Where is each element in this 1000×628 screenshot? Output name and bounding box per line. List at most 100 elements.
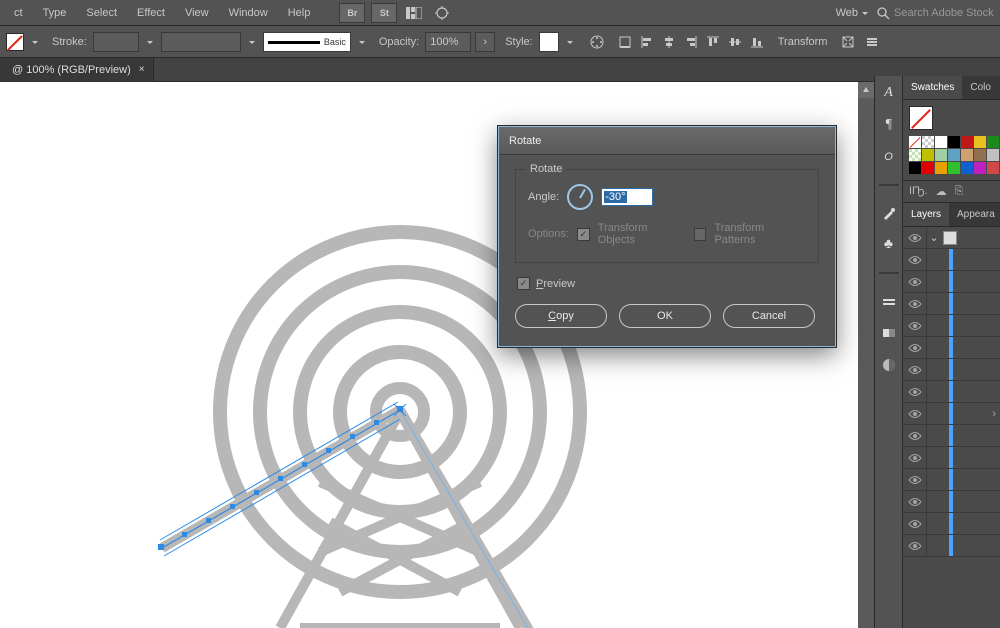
brush-definition[interactable]: Basic [263, 32, 351, 52]
align-right-icon[interactable] [681, 32, 701, 52]
vertical-scrollbar[interactable] [858, 82, 874, 628]
isolate-icon[interactable] [838, 32, 858, 52]
swatch[interactable] [987, 149, 999, 161]
layer-row[interactable] [903, 249, 1000, 271]
stroke-weight-dropdown[interactable] [143, 33, 157, 51]
visibility-toggle-icon[interactable] [903, 337, 927, 358]
scroll-up-icon[interactable] [858, 82, 874, 98]
opacity-stepper[interactable]: › [475, 32, 495, 52]
swatch[interactable] [948, 149, 960, 161]
swatch[interactable] [948, 162, 960, 174]
swatch[interactable] [935, 149, 947, 161]
layer-row-top[interactable]: ⌄ [903, 227, 1000, 249]
swatch[interactable] [909, 162, 921, 174]
swatch-libraries-icon[interactable]: IҦ. [909, 185, 928, 198]
swatch[interactable] [961, 149, 973, 161]
menu-view[interactable]: View [175, 0, 219, 26]
menu-type[interactable]: Type [33, 0, 77, 26]
menu-select[interactable]: Select [76, 0, 127, 26]
visibility-toggle-icon[interactable] [903, 249, 927, 270]
document-tab[interactable]: @ 100% (RGB/Preview) × [0, 58, 154, 82]
swatch[interactable] [935, 136, 947, 148]
workspace-switcher[interactable]: Web [836, 7, 868, 19]
stroke-profile-dropdown[interactable] [245, 33, 259, 51]
fill-dropdown[interactable] [28, 33, 42, 51]
stroke-panel-icon[interactable] [880, 292, 898, 310]
menu-help[interactable]: Help [278, 0, 321, 26]
more-options-icon[interactable] [862, 32, 882, 52]
stroke-weight-field[interactable] [93, 32, 139, 52]
swatch[interactable] [961, 136, 973, 148]
swatch-pattern[interactable] [909, 149, 921, 161]
align-top-icon[interactable] [703, 32, 723, 52]
transform-objects-checkbox[interactable] [577, 228, 590, 241]
swatch-none[interactable] [909, 136, 921, 148]
visibility-toggle-icon[interactable] [903, 315, 927, 336]
align-left-icon[interactable] [637, 32, 657, 52]
swatch[interactable] [974, 136, 986, 148]
align-vcenter-icon[interactable] [725, 32, 745, 52]
layer-row[interactable] [903, 535, 1000, 557]
tab-swatches[interactable]: Swatches [903, 76, 962, 99]
arrange-docs-icon[interactable] [403, 2, 425, 24]
swatch[interactable] [987, 136, 999, 148]
opentype-panel-icon[interactable]: O [880, 148, 898, 166]
bridge-icon[interactable]: Br [339, 3, 365, 23]
layer-row[interactable] [903, 359, 1000, 381]
transform-patterns-checkbox[interactable] [694, 228, 707, 241]
swatch[interactable] [935, 162, 947, 174]
cancel-button[interactable]: Cancel [723, 304, 815, 328]
disclosure-icon[interactable]: ⌄ [927, 231, 941, 244]
angle-dial[interactable] [567, 184, 593, 210]
dialog-titlebar[interactable]: Rotate [499, 127, 835, 155]
visibility-toggle-icon[interactable] [903, 535, 927, 556]
brushes-panel-icon[interactable] [880, 204, 898, 222]
visibility-toggle-icon[interactable] [903, 491, 927, 512]
paragraph-panel-icon[interactable]: ¶ [880, 116, 898, 134]
layer-row[interactable] [903, 293, 1000, 315]
swatch-registration[interactable] [922, 136, 934, 148]
visibility-toggle-icon[interactable] [903, 425, 927, 446]
swatch[interactable] [922, 162, 934, 174]
visibility-toggle-icon[interactable] [903, 403, 927, 424]
tab-color[interactable]: Colo [962, 76, 999, 99]
align-to-selection-icon[interactable] [615, 32, 635, 52]
stroke-profile-field[interactable] [161, 32, 241, 52]
target-icon[interactable]: › [992, 408, 996, 420]
swatch[interactable] [974, 149, 986, 161]
graphic-style-swatch[interactable] [539, 32, 559, 52]
layer-row[interactable] [903, 513, 1000, 535]
recolor-icon[interactable] [587, 32, 607, 52]
tab-appearance[interactable]: Appeara [949, 203, 1000, 226]
menu-window[interactable]: Window [219, 0, 278, 26]
layer-row[interactable] [903, 337, 1000, 359]
gpu-preview-icon[interactable] [431, 2, 453, 24]
stock-icon[interactable]: St [371, 3, 397, 23]
swatch[interactable] [948, 136, 960, 148]
tab-layers[interactable]: Layers [903, 203, 949, 226]
transparency-panel-icon[interactable] [880, 356, 898, 374]
copy-button[interactable]: Copy [515, 304, 607, 328]
layer-row[interactable] [903, 447, 1000, 469]
symbols-panel-icon[interactable]: ♣ [880, 236, 898, 254]
visibility-toggle-icon[interactable] [903, 381, 927, 402]
transform-panel-button[interactable]: Transform [771, 32, 835, 52]
menu-edit-partial[interactable]: ct [4, 0, 33, 26]
layer-row[interactable] [903, 315, 1000, 337]
graphic-style-dropdown[interactable] [563, 33, 577, 51]
layer-row[interactable] [903, 381, 1000, 403]
visibility-toggle-icon[interactable] [903, 359, 927, 380]
gradient-panel-icon[interactable] [880, 324, 898, 342]
visibility-toggle-icon[interactable] [903, 271, 927, 292]
fill-swatch[interactable] [6, 33, 24, 51]
layer-row[interactable] [903, 271, 1000, 293]
stock-search[interactable]: Search Adobe Stock [876, 6, 996, 20]
preview-checkbox[interactable] [517, 277, 530, 290]
layer-row[interactable]: › [903, 403, 1000, 425]
align-hcenter-icon[interactable] [659, 32, 679, 52]
layer-row[interactable] [903, 491, 1000, 513]
angle-input[interactable]: -30° [601, 188, 653, 206]
opacity-field[interactable]: 100% [425, 32, 471, 52]
ok-button[interactable]: OK [619, 304, 711, 328]
swatch[interactable] [974, 162, 986, 174]
